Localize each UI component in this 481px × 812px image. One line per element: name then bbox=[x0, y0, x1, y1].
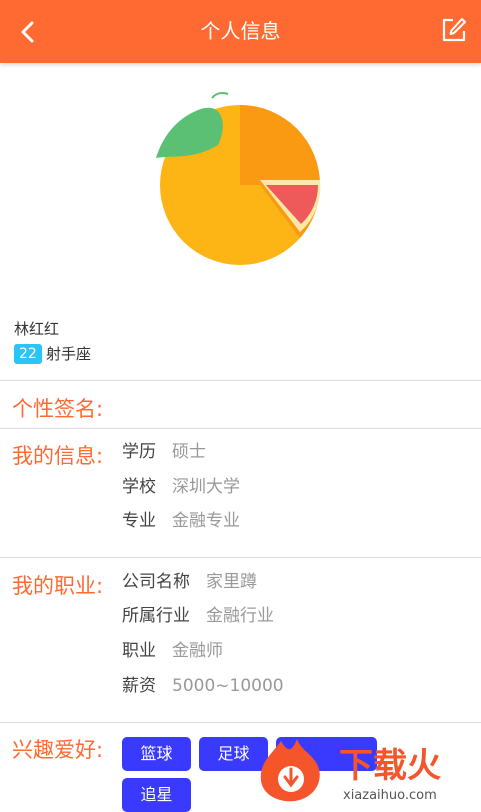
orange-fruit-icon bbox=[156, 92, 321, 265]
career-value: 家里蹲 bbox=[206, 572, 257, 592]
info-value: 金融专业 bbox=[172, 511, 240, 531]
info-section-label: 我的信息: bbox=[12, 444, 104, 468]
info-value: 硕士 bbox=[172, 442, 206, 462]
info-key: 学历 bbox=[122, 442, 156, 462]
svg-text:下载火: 下载火 bbox=[339, 746, 441, 786]
user-name: 林红红 bbox=[14, 320, 60, 338]
hobby-tag[interactable]: 追星 bbox=[122, 778, 191, 812]
divider bbox=[0, 557, 481, 558]
info-value: 深圳大学 bbox=[172, 477, 240, 497]
info-row: 学历 硕士 bbox=[122, 441, 206, 463]
edit-icon[interactable] bbox=[441, 17, 467, 43]
career-value: 金融行业 bbox=[206, 606, 274, 626]
watermark-logo: 下载火 xiazaihuo.com bbox=[260, 739, 441, 803]
info-row: 学校 深圳大学 bbox=[122, 476, 240, 498]
career-section-label: 我的职业: bbox=[12, 574, 104, 598]
hobby-tag[interactable]: 篮球 bbox=[122, 737, 191, 771]
career-row: 所属行业 金融行业 bbox=[122, 605, 274, 627]
info-key: 专业 bbox=[122, 511, 156, 531]
career-key: 所属行业 bbox=[122, 606, 190, 626]
info-key: 学校 bbox=[122, 477, 156, 497]
career-value: 5000~10000 bbox=[172, 676, 284, 696]
page-title: 个人信息 bbox=[200, 19, 281, 43]
career-row: 薪资 5000~10000 bbox=[122, 675, 284, 697]
divider bbox=[0, 428, 481, 429]
zodiac-label: 射手座 bbox=[46, 345, 92, 363]
career-row: 公司名称 家里蹲 bbox=[122, 571, 257, 593]
hobbies-section-label: 兴趣爱好: bbox=[12, 738, 104, 762]
divider bbox=[0, 380, 481, 381]
svg-text:xiazaihuo.com: xiazaihuo.com bbox=[343, 788, 437, 803]
career-key: 职业 bbox=[122, 641, 156, 661]
age-badge: 22 bbox=[14, 344, 42, 364]
career-key: 公司名称 bbox=[122, 572, 190, 592]
career-value: 金融师 bbox=[172, 641, 223, 661]
signature-label: 个性签名: bbox=[12, 397, 104, 421]
career-key: 薪资 bbox=[122, 676, 156, 696]
career-row: 职业 金融师 bbox=[122, 640, 223, 662]
divider bbox=[0, 722, 481, 723]
info-row: 专业 金融专业 bbox=[122, 510, 240, 532]
app-header: 个人信息 bbox=[0, 0, 481, 63]
